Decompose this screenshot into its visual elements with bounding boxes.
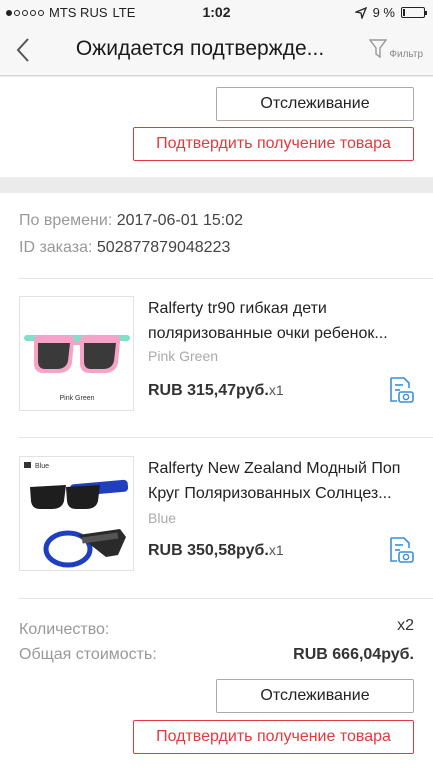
product-title-1[interactable]: Ralferty tr90 гибкая дети поляризованные… <box>148 296 413 346</box>
product-title-2-line2: Круг Поляризованных Солнцез... <box>148 485 392 502</box>
filter-label: Фильтр <box>389 49 423 60</box>
product-title-1-line1: Ralferty tr90 гибкая дети <box>148 300 327 317</box>
quantity-row: Количество: x2 <box>19 617 414 639</box>
divider <box>19 598 433 599</box>
total-row: Общая стоимость: RUB 666,04руб. <box>19 646 414 664</box>
total-value: RUB 666,04руб. <box>293 646 414 663</box>
order-id-label: ID заказа: <box>19 239 93 256</box>
track-button[interactable]: Отслеживание <box>216 679 414 713</box>
filter-funnel-icon <box>369 39 388 59</box>
battery-level <box>403 9 405 16</box>
divider <box>19 278 433 279</box>
sunglasses-pink-image: Pink Green <box>24 335 130 402</box>
order-id-value: 502877879048223 <box>96 239 231 256</box>
confirm-receipt-button-top[interactable]: Подтвердить получение товара <box>133 127 414 161</box>
product-qty-1: x1 <box>268 382 284 398</box>
order-card: По времени: 2017-06-01 15:02 ID заказа: … <box>0 193 433 770</box>
quantity-value: x2 <box>397 617 414 634</box>
product-title-1-line2: поляризованные очки ребенок... <box>148 325 388 342</box>
back-chevron-icon[interactable] <box>12 36 36 64</box>
product-image-pink-green[interactable]: Pink Green <box>19 296 134 411</box>
confirm-receipt-button[interactable]: Подтвердить получение товара <box>133 720 414 754</box>
product-variant-2: Blue <box>148 510 177 526</box>
total-label: Общая стоимость: <box>19 646 157 663</box>
page-title: Ожидается подтвержде... <box>75 37 325 60</box>
location-arrow-icon <box>354 6 367 19</box>
product-variant-1: Pink Green <box>148 348 219 364</box>
nav-bar: Ожидается подтвержде... Фильтр <box>0 24 433 76</box>
battery-percent: 9 % <box>372 5 395 20</box>
status-bar: MTS RUS LTE 1:02 9 % <box>0 0 433 24</box>
product-title-2-line1: Ralferty New Zealand Модный Поп <box>148 460 401 477</box>
battery-icon <box>401 7 427 18</box>
order-time-label: По времени: <box>19 212 113 229</box>
order-time: По времени: 2017-06-01 15:02 <box>19 212 243 230</box>
product-qty-2: x1 <box>268 542 284 558</box>
divider <box>19 437 433 438</box>
product-image-blue[interactable]: Blue <box>19 456 134 571</box>
filter-button[interactable]: Фильтр <box>369 38 423 60</box>
track-button-top[interactable]: Отслеживание <box>216 87 414 121</box>
order-id: ID заказа: 502877879048223 <box>19 239 230 257</box>
image-caption: Blue <box>35 463 49 470</box>
order-time-value: 2017-06-01 15:02 <box>116 212 244 229</box>
product-title-2[interactable]: Ralferty New Zealand Модный Поп Круг Пол… <box>148 456 413 506</box>
product-price-2-value: RUB 350,58руб. <box>148 542 269 559</box>
product-price-1: RUB 315,47руб.x1 <box>148 382 284 400</box>
product-price-1-value: RUB 315,47руб. <box>148 382 269 399</box>
status-right: 9 % <box>354 5 427 20</box>
image-caption: Pink Green <box>59 395 94 402</box>
sunglasses-blue-image: Blue <box>24 462 129 568</box>
photo-review-icon[interactable] <box>385 375 415 405</box>
product-price-2: RUB 350,58руб.x1 <box>148 542 284 560</box>
previous-order-card: Отслеживание Подтвердить получение товар… <box>0 77 433 177</box>
quantity-label: Количество: <box>19 621 110 638</box>
photo-review-icon[interactable] <box>385 535 415 565</box>
